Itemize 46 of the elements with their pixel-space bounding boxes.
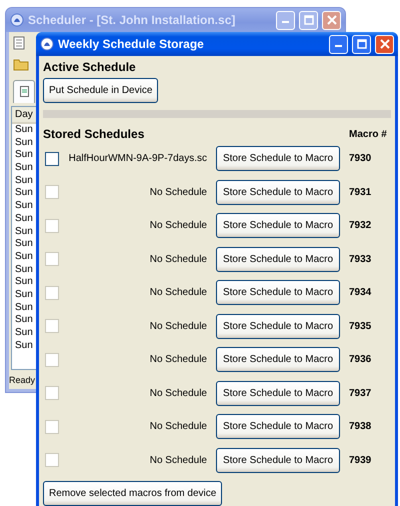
maximize-button[interactable] xyxy=(299,10,318,30)
minimize-button[interactable] xyxy=(329,34,348,54)
window-title: Scheduler - [St. John Installation.sc] xyxy=(28,13,236,27)
schedule-name: No Schedule xyxy=(148,220,207,232)
folder-icon[interactable] xyxy=(13,57,29,71)
schedule-name: No Schedule xyxy=(148,254,207,265)
close-icon xyxy=(380,39,390,49)
macro-number: 7936 xyxy=(349,354,372,366)
close-icon xyxy=(326,15,336,25)
close-button[interactable] xyxy=(322,10,341,30)
put-schedule-button[interactable]: Put Schedule in Device xyxy=(43,78,158,103)
store-schedule-button[interactable]: Store Schedule to Macro xyxy=(216,146,340,172)
macro-number: 7934 xyxy=(349,287,372,298)
section-heading: Active Schedule xyxy=(43,60,137,74)
checkbox[interactable] xyxy=(45,152,59,166)
macro-number: 7939 xyxy=(349,454,372,466)
notepad-icon[interactable] xyxy=(13,36,25,50)
close-button[interactable] xyxy=(375,34,394,54)
column-header: Macro # xyxy=(349,128,388,140)
schedule-name: No Schedule xyxy=(148,388,207,399)
schedule-name: HalfHourWMN-9A-9P-7days.sc xyxy=(68,153,207,164)
schedule-name: No Schedule xyxy=(148,287,207,298)
app-icon xyxy=(40,37,54,51)
maximize-button[interactable] xyxy=(352,34,371,54)
status-text: Ready xyxy=(9,375,36,385)
macro-number: 7935 xyxy=(349,320,372,332)
macro-number: 7931 xyxy=(349,186,372,198)
schedule-name: No Schedule xyxy=(148,354,207,366)
maximize-icon xyxy=(356,39,366,49)
schedule-name: No Schedule xyxy=(148,186,207,198)
document-icon xyxy=(20,86,28,97)
schedule-name: No Schedule xyxy=(148,454,207,466)
schedule-name: No Schedule xyxy=(148,320,207,332)
macro-number: 7932 xyxy=(349,220,372,232)
section-heading: Stored Schedules xyxy=(43,127,144,141)
window-title: Weekly Schedule Storage xyxy=(58,37,205,51)
schedule-name: No Schedule xyxy=(148,421,207,432)
remove-macros-button[interactable]: Remove selected macros from device xyxy=(43,481,222,506)
macro-number: 7937 xyxy=(349,388,372,399)
tab[interactable] xyxy=(13,80,35,102)
maximize-icon xyxy=(304,15,314,25)
app-icon xyxy=(10,13,24,27)
minimize-button[interactable] xyxy=(276,10,295,30)
macro-number: 7933 xyxy=(349,254,372,265)
macro-number: 7930 xyxy=(349,153,372,164)
macro-number: 7938 xyxy=(349,421,372,432)
